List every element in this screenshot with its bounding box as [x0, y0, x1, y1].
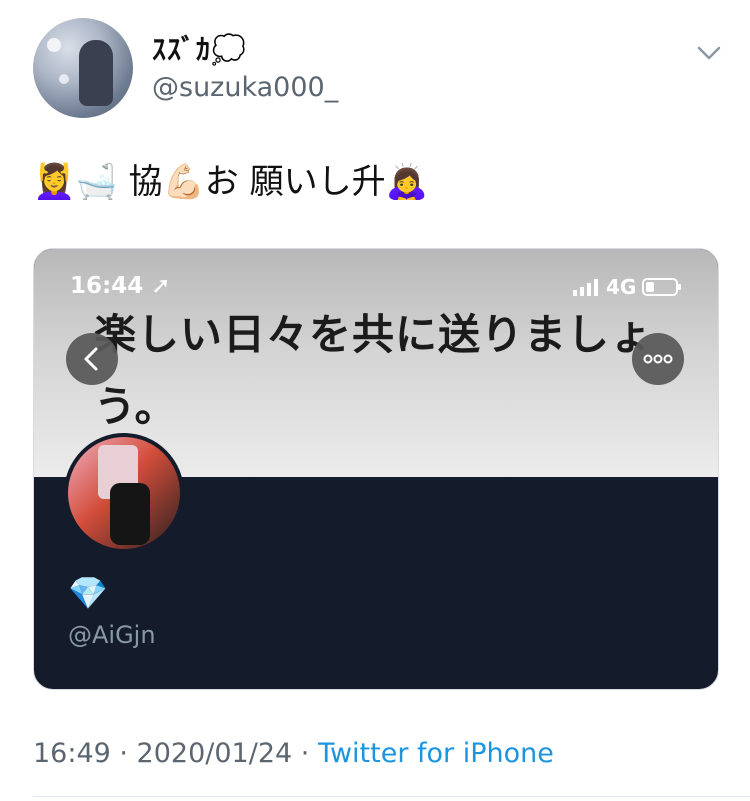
card-profile-picture[interactable] [64, 433, 184, 553]
diamond-icon: 💎 [68, 574, 108, 612]
avatar[interactable] [33, 18, 133, 118]
card-heading: 楽しい日々を共に送りましょう。 [94, 310, 654, 431]
chevron-left-icon[interactable] [66, 333, 118, 385]
avatar-flower [59, 74, 69, 84]
status-indicators: 4G [572, 275, 682, 299]
tweet-timestamp[interactable]: 16:49 · 2020/01/24 · [33, 738, 318, 769]
user-handle[interactable]: @suzuka000_ [152, 72, 338, 104]
chevron-down-icon[interactable] [696, 40, 722, 66]
tweet-source-link[interactable]: Twitter for iPhone [318, 738, 554, 769]
tweet-text: 💆‍♀️🛁 協💪🏻お 願いし升🙇‍♀️ [33, 162, 428, 202]
profile-pic-figure [110, 483, 150, 545]
ellipsis-icon[interactable] [632, 333, 684, 385]
signal-icon [573, 279, 598, 296]
tweet-meta: 16:49 · 2020/01/24 · Twitter for iPhone [33, 736, 554, 772]
avatar-figure [79, 40, 113, 106]
avatar-flower [47, 38, 61, 52]
battery-icon [642, 278, 682, 296]
network-type: 4G [606, 275, 637, 299]
tweet: ｽｽﾞｶ💭 @suzuka000_ 💆‍♀️🛁 協💪🏻お 願いし升🙇‍♀️ 16… [0, 0, 750, 801]
media-card[interactable]: 16:44 ➚ 4G 楽しい日々を共に送りましょう。 💎 @AiGjn [33, 248, 719, 690]
status-time: 16:44 ➚ [70, 273, 171, 299]
card-handle: @AiGjn [68, 621, 156, 649]
display-name[interactable]: ｽｽﾞｶ💭 [152, 34, 247, 66]
divider [33, 796, 750, 797]
